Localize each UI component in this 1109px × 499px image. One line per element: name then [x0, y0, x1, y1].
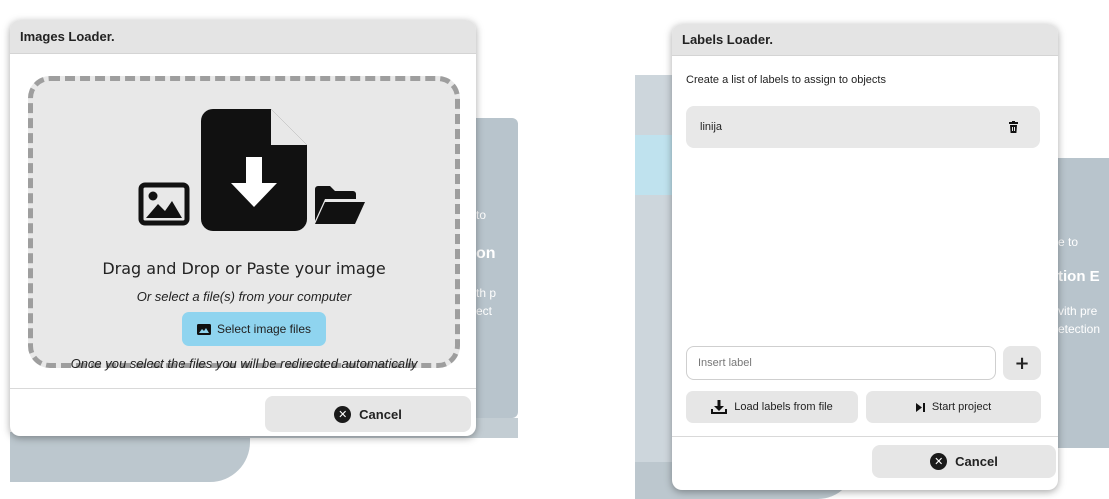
start-project-label: Start project: [931, 401, 992, 413]
download-icon: [711, 400, 728, 414]
bg-text-8: etection: [1058, 322, 1101, 336]
trash-icon[interactable]: [1009, 121, 1018, 133]
image-icon: [196, 323, 211, 335]
bg-text-2: on: [476, 245, 496, 262]
images-cancel-label: Cancel: [359, 406, 402, 422]
labels-cancel-label: Cancel: [955, 454, 998, 469]
skip-forward-icon: [915, 402, 925, 412]
select-image-files-button[interactable]: Select image files: [182, 312, 326, 346]
labels-loader-title: Labels Loader.: [672, 24, 1058, 56]
bg-text-1: to: [476, 208, 487, 222]
labels-loader-footer-divider: [672, 436, 1058, 437]
images-cancel-button[interactable]: ✕ Cancel: [265, 396, 471, 432]
start-project-button[interactable]: Start project: [866, 391, 1041, 423]
label-item: linija: [686, 106, 1040, 148]
dropzone-subtitle: Or select a file(s) from your computer: [136, 289, 352, 304]
bg-text-4: ect: [476, 304, 493, 318]
image-dropzone[interactable]: Drag and Drop or Paste your image Or sel…: [28, 76, 460, 371]
insert-label-input[interactable]: [686, 346, 996, 380]
labels-cancel-button[interactable]: ✕ Cancel: [872, 445, 1056, 478]
close-circle-icon: ✕: [930, 453, 948, 470]
bg-panel-right: [635, 75, 673, 465]
select-image-files-label: Select image files: [216, 322, 312, 336]
screen: to on th p ect e to tion E vith pre etec…: [0, 0, 1109, 499]
file-download-icon: [201, 109, 307, 231]
image-icon: [138, 182, 190, 226]
load-labels-label: Load labels from file: [734, 401, 833, 413]
folder-open-icon: [315, 186, 365, 224]
dropzone-title: Drag and Drop or Paste your image: [102, 259, 386, 278]
bg-panel-right-main: [1058, 158, 1109, 448]
labels-description: Create a list of labels to assign to obj…: [686, 74, 886, 86]
bg-text-7: vith pre: [1058, 304, 1098, 318]
bg-text-5: e to: [1058, 235, 1079, 249]
images-loader-title: Images Loader.: [10, 20, 476, 54]
labels-loader-dialog: Labels Loader. Create a list of labels t…: [672, 24, 1058, 490]
add-label-button[interactable]: +: [1003, 346, 1041, 380]
bg-text-3: th p: [476, 286, 497, 300]
bg-text-6: tion E: [1058, 268, 1100, 285]
redirect-note: Once you select the files you will be re…: [70, 356, 418, 371]
close-circle-icon: ✕: [334, 405, 352, 423]
bg-panel-left-main: [470, 118, 518, 418]
images-loader-footer-divider: [10, 388, 476, 389]
load-labels-button[interactable]: Load labels from file: [686, 391, 858, 423]
bg-panel-left-bottom: [10, 432, 250, 482]
bg-panel-right-light: [635, 135, 673, 195]
label-item-text: linija: [700, 121, 723, 133]
images-loader-dialog: Images Loader. Drag and Drop or Paste yo…: [10, 20, 476, 436]
